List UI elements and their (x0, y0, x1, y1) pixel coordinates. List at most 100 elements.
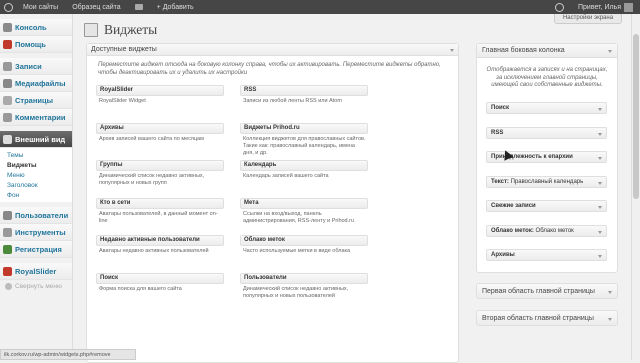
widget-title[interactable]: Виджеты Prihod.ru (240, 122, 368, 134)
submenu-item[interactable]: Фон (0, 190, 72, 200)
sidebar-widget[interactable]: Облако меток: Облако меток (486, 224, 607, 237)
sidebar-widget[interactable]: Архивы (486, 249, 607, 261)
widget-title[interactable]: Кто в сети (96, 197, 224, 209)
sidebar-widget-title: Поиск (491, 105, 510, 111)
menu-item[interactable]: Страницы (0, 92, 72, 109)
chevron-down-icon (598, 255, 602, 258)
tools-icon (3, 227, 12, 237)
sidebar-widget[interactable]: Свежие записи (486, 200, 607, 212)
my-sites-link[interactable]: Мои сайты (16, 0, 65, 14)
chevron-down-icon (598, 181, 602, 185)
area-title: Вторая область главной страницы (482, 315, 594, 322)
widget-description: Форма поиска для вашего сайта (99, 285, 182, 292)
available-widget[interactable]: RoyalSlider RoyalSlider Widget (96, 85, 232, 123)
widget-title[interactable]: Мета (240, 197, 368, 209)
menu-item[interactable]: Инструменты (0, 224, 72, 241)
submenu-item[interactable]: Меню (0, 170, 72, 180)
page-header: Виджеты (84, 22, 157, 38)
first-home-area[interactable]: Первая область главной страницы (476, 283, 618, 299)
widget-row: Архивы Архив записей вашего сайта по меся… (96, 122, 456, 161)
widget-title[interactable]: RSS (240, 85, 368, 96)
area-title: Главная боковая колонка (482, 47, 565, 54)
sidebar-widget[interactable]: RSS (486, 126, 607, 139)
appearance-page-icon (84, 23, 98, 37)
widget-title[interactable]: Недавно активные пользователи (96, 235, 224, 246)
sidebar-widget-title: Свежие записи (491, 203, 536, 209)
available-widgets-header[interactable]: Доступные виджеты (87, 44, 458, 56)
available-widget[interactable]: Календарь Календарь записей вашего сайта (240, 160, 376, 198)
sidebar-widget-label: RSS (491, 130, 503, 136)
widget-title[interactable]: Календарь (240, 160, 368, 171)
comments-button[interactable] (128, 0, 150, 14)
chevron-down-icon (598, 230, 602, 234)
widget-description: Календарь записей вашего сайта (243, 173, 329, 179)
available-widget[interactable]: Архивы Архив записей вашего сайта по меся… (96, 122, 232, 161)
area-title: Первая область главной страницы (482, 288, 595, 295)
sidebar-widget-label: Свежие записи (491, 203, 536, 209)
scrollbar[interactable] (631, 14, 640, 360)
menu-item[interactable]: Помощь (0, 36, 72, 53)
scrollbar-thumb[interactable] (633, 34, 639, 199)
widget-title[interactable]: Архивы (96, 122, 224, 134)
widget-title[interactable]: Облако меток (240, 235, 368, 246)
sidebar-widget[interactable]: Поиск (486, 102, 607, 114)
menu-item[interactable]: Комментарии (0, 109, 72, 126)
widget-title[interactable]: Группы (96, 160, 224, 171)
menu-item[interactable]: Регистрация (0, 241, 72, 258)
widget-title[interactable]: Пользователи (240, 272, 368, 284)
widget-title[interactable]: RoyalSlider (96, 85, 224, 96)
available-widget[interactable]: Пользователи Динамический список недавно … (240, 272, 376, 311)
available-widget[interactable]: Кто в сети Аватары пользователей, в данны… (96, 197, 232, 236)
menu-royalslider[interactable]: RoyalSlider (0, 263, 72, 280)
menu-item[interactable]: Записи (0, 58, 72, 75)
site-name-link[interactable]: Образец сайта (65, 0, 127, 14)
notifications-icon[interactable] (548, 0, 571, 14)
menu-item[interactable]: Консоль (0, 19, 72, 36)
chevron-down-icon (608, 291, 612, 294)
users-icon (3, 210, 12, 220)
chevron-down-icon (598, 206, 602, 209)
collapse-menu-button[interactable]: Свернуть меню (0, 280, 72, 293)
wordpress-icon (3, 2, 13, 12)
page-title: Виджеты (104, 22, 158, 37)
submenu-item[interactable]: Заголовок (0, 180, 72, 190)
account-menu[interactable]: Привет, Илья (571, 0, 640, 14)
menu-label: Помощь (15, 39, 46, 49)
main-sidebar-header[interactable]: Главная боковая колонка (477, 44, 617, 58)
add-new-button[interactable]: + Добавить (150, 0, 201, 14)
available-widget[interactable]: Группы Динамический список недавно активн… (96, 160, 232, 198)
available-widget[interactable]: Поиск Форма поиска для вашего сайта (96, 272, 232, 311)
pages-icon (3, 95, 12, 105)
available-widget[interactable]: Облако меток Часто используемые метки в в… (240, 235, 376, 273)
widget-description: RoyalSlider Widget (99, 98, 146, 104)
media-icon (3, 78, 12, 88)
menu-item[interactable]: Медиафайлы (0, 75, 72, 92)
available-widget[interactable]: Виджеты Prihod.ru Коллекция виджетов для … (240, 122, 376, 161)
admin-menu: Консоль Помощь Записи Медиафайлы Страницы Ко… (0, 14, 73, 360)
menu-appearance[interactable]: Внешний вид (0, 131, 72, 148)
available-widget[interactable]: Мета Ссылки на вход/выход, панель админис… (240, 197, 376, 236)
menu-label: Комментарии (15, 112, 66, 122)
available-widget[interactable]: RSS Записи из любой ленты RSS или Atom (240, 85, 376, 123)
appearance-submenu: Темы Виджеты Меню Заголовок Фон (0, 148, 72, 202)
dashboard-icon (3, 22, 12, 32)
sidebar-widget[interactable]: Текст: Православный календарь (486, 175, 607, 188)
submenu-item[interactable]: Виджеты (0, 160, 72, 170)
chevron-down-icon (598, 108, 602, 111)
widget-grid: RoyalSlider RoyalSlider Widget RSS Записи и… (96, 85, 456, 310)
widget-row: Группы Динамический список недавно активн… (96, 160, 456, 198)
menu-label: Консоль (15, 22, 47, 32)
widget-description: Аватары недавно активных пользователей (99, 248, 209, 254)
greeting-label: Привет, Илья (577, 3, 621, 11)
available-widget[interactable]: Недавно активные пользователи Аватары нед… (96, 235, 232, 273)
second-home-area[interactable]: Вторая область главной страницы (476, 310, 618, 326)
menu-item[interactable]: Пользователи (0, 207, 72, 224)
widget-title[interactable]: Поиск (96, 272, 224, 284)
submenu-item[interactable]: Темы (0, 150, 72, 160)
sidebar-widget-label: Архивы (491, 252, 515, 258)
screen-options-button[interactable]: Настройки экрана (554, 14, 622, 24)
sidebar-widget-label: Текст: Православный календарь (491, 179, 583, 185)
widget-description: Динамический список недавно активных, по… (99, 173, 205, 186)
wordpress-logo-button[interactable] (0, 0, 16, 14)
chevron-down-icon (598, 157, 602, 160)
